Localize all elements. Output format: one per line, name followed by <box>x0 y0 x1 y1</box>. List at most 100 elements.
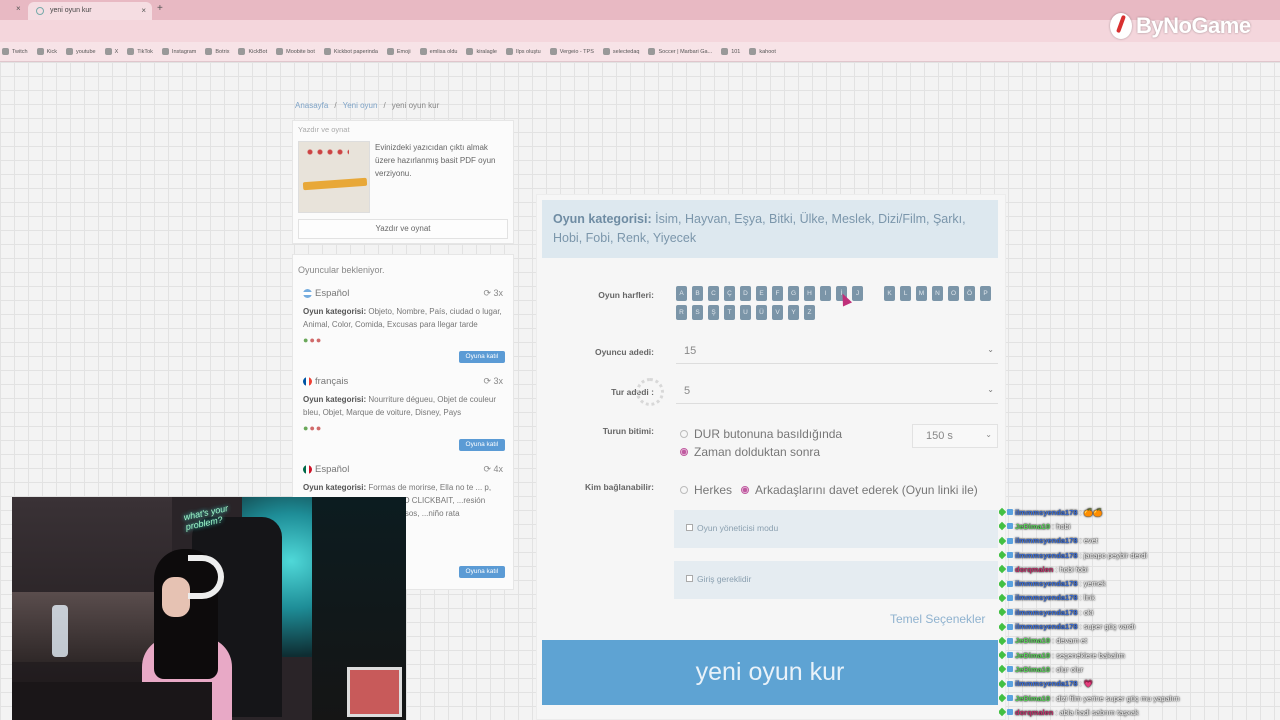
letter-toggle[interactable]: V <box>772 305 783 320</box>
bookmark-item[interactable]: Moobite bot <box>276 48 315 55</box>
bookmark-item[interactable]: KickBot <box>238 48 267 55</box>
join-game-button[interactable]: Oyuna katıl <box>459 566 505 578</box>
letter-toggle[interactable]: Ç <box>724 286 735 301</box>
print-and-play-button[interactable]: Yazdır ve oynat <box>298 219 508 239</box>
join-option-everyone[interactable]: Herkes <box>680 483 732 497</box>
mexico-flag-icon <box>303 465 312 474</box>
letter-toggle[interactable]: P <box>980 286 991 301</box>
admin-mode-checkbox[interactable] <box>686 524 693 531</box>
letter-toggle[interactable]: D <box>740 286 751 301</box>
bookmark-item[interactable]: X <box>104 48 118 55</box>
chat-username[interactable]: dorqmalen <box>1015 708 1053 717</box>
bookmark-item[interactable]: kiralagle <box>466 48 497 55</box>
join-option-invite-link[interactable]: Arkadaşlarını davet ederek (Oyun linki i… <box>741 483 978 497</box>
chat-username[interactable]: JeDima10 <box>1015 651 1050 660</box>
chat-username[interactable]: ilmmmsyenda178 <box>1015 622 1078 631</box>
letter-toggle[interactable]: E <box>756 286 767 301</box>
radio-button[interactable] <box>680 430 688 438</box>
letter-toggle[interactable]: Ü <box>756 305 767 320</box>
new-tab-button[interactable]: + <box>157 3 163 14</box>
bookmark-item[interactable]: 101 <box>721 48 740 55</box>
breadcrumb-section-link[interactable]: Yeni oyun <box>343 101 378 110</box>
letters-picker: ABCÇDEFGHIİJKLMNOÖPRSŞTUÜVYZ <box>676 286 998 320</box>
bookmark-item[interactable]: Emoji <box>386 48 411 55</box>
subscriber-badge-icon <box>999 665 1007 674</box>
letter-toggle[interactable]: T <box>724 305 735 320</box>
login-required-option[interactable]: Giriş gereklidir <box>674 561 998 599</box>
letter-toggle[interactable]: Z <box>804 305 815 320</box>
create-game-button[interactable]: yeni oyun kur <box>542 640 998 705</box>
join-game-button[interactable]: Oyuna katıl <box>459 351 505 363</box>
chat-username[interactable]: ilmmmsyenda178 <box>1015 579 1078 588</box>
bookmark-item[interactable]: selectedaq <box>602 48 639 55</box>
breadcrumb-home-link[interactable]: Anasayfa <box>295 101 328 110</box>
chat-message: ilmmmsyenda178: yemek <box>999 576 1280 590</box>
tab-title: yeni oyun kur <box>50 7 92 14</box>
round-timer-select[interactable]: 150 s ⌄ <box>912 424 998 448</box>
subscriber-badge-icon <box>999 679 1007 688</box>
chat-username[interactable]: ilmmmsyenda178 <box>1015 551 1078 560</box>
bookmark-item[interactable]: TikTok <box>127 48 153 55</box>
chat-username[interactable]: dorqmalen <box>1015 565 1053 574</box>
bookmark-item[interactable]: Vergeio - TPS <box>549 48 594 55</box>
letter-toggle[interactable]: Ö <box>964 286 975 301</box>
letter-toggle[interactable]: G <box>788 286 799 301</box>
address-bar[interactable] <box>0 20 1280 42</box>
bookmark-item[interactable]: Instagram <box>161 48 196 55</box>
bookmark-item[interactable]: youtube <box>65 48 96 55</box>
chat-username[interactable]: JeDima10 <box>1015 636 1050 645</box>
bookmark-item[interactable]: kahoot <box>749 48 776 55</box>
chat-text: : hobi fobi <box>1055 564 1088 574</box>
player-count-select[interactable]: 15 ⌄ <box>676 340 998 364</box>
letter-toggle[interactable]: Ş <box>708 305 719 320</box>
radio-button-selected[interactable] <box>680 448 688 456</box>
bookmark-item[interactable]: emlisa oldu <box>419 48 457 55</box>
bookmark-item[interactable]: Kickbot paperinda <box>323 48 378 55</box>
bookmark-item[interactable]: Ilps oluştu <box>505 48 541 55</box>
letter-toggle[interactable]: R <box>676 305 687 320</box>
letter-toggle[interactable]: H <box>804 286 815 301</box>
round-count-select[interactable]: 5 ⌄ <box>676 380 998 404</box>
letter-toggle[interactable]: K <box>884 286 895 301</box>
login-required-checkbox[interactable] <box>686 575 693 582</box>
letter-toggle[interactable]: N <box>932 286 943 301</box>
letter-toggle[interactable]: O <box>948 286 959 301</box>
bookmark-item[interactable]: Botrix <box>205 48 229 55</box>
chat-username[interactable]: ilmmmsyenda178 <box>1015 508 1078 517</box>
letter-toggle[interactable]: S <box>692 305 703 320</box>
round-end-option-time-up[interactable]: Zaman dolduktan sonra <box>680 445 820 459</box>
letter-toggle[interactable]: Y <box>788 305 799 320</box>
round-end-option-stop-button[interactable]: DUR butonuna basıldığında <box>680 427 842 441</box>
chat-username[interactable]: ilmmmsyenda178 <box>1015 593 1078 602</box>
letter-toggle[interactable]: B <box>692 286 703 301</box>
bookmark-item[interactable]: Kick <box>36 48 57 55</box>
join-game-button[interactable]: Oyuna katıl <box>459 439 505 451</box>
bookmark-item[interactable]: Soccer | Marbari Ga... <box>648 48 712 55</box>
basic-options-link[interactable]: Temel Seçenekler <box>890 612 985 626</box>
letter-toggle[interactable]: I <box>820 286 831 301</box>
radio-button[interactable] <box>680 486 688 494</box>
bookmarks-bar: Twitch Kick youtube X TikTok Instagram Botrix K… <box>0 42 1280 62</box>
chat-username[interactable]: JeDima10 <box>1015 522 1050 531</box>
browser-tab[interactable]: yeni oyun kur × <box>28 2 152 20</box>
bookmark-item[interactable]: Twitch <box>2 48 28 55</box>
chat-username[interactable]: ilmmmsyenda178 <box>1015 536 1078 545</box>
letter-toggle[interactable]: L <box>900 286 911 301</box>
letter-toggle[interactable]: U <box>740 305 751 320</box>
chat-badge-icon <box>1007 680 1013 687</box>
chat-username[interactable]: ilmmmsyenda178 <box>1015 679 1078 688</box>
letter-toggle[interactable]: C <box>708 286 719 301</box>
chat-text: : abla hadi sabrım taşxak <box>1055 707 1139 717</box>
close-tab-icon[interactable]: × <box>16 4 21 13</box>
letter-toggle[interactable]: J <box>852 286 863 301</box>
admin-mode-option[interactable]: Oyun yöneticisi modu <box>674 510 998 548</box>
letter-toggle[interactable]: A <box>676 286 687 301</box>
radio-button-selected[interactable] <box>741 486 749 494</box>
letter-toggle[interactable]: M <box>916 286 927 301</box>
bookmark-favicon-icon <box>648 48 656 55</box>
letter-toggle[interactable]: F <box>772 286 783 301</box>
chat-username[interactable]: JeDima10 <box>1015 694 1050 703</box>
chat-username[interactable]: JeDima10 <box>1015 665 1050 674</box>
chat-username[interactable]: ilmmmsyenda178 <box>1015 608 1078 617</box>
tab-close-icon[interactable]: × <box>141 6 146 15</box>
